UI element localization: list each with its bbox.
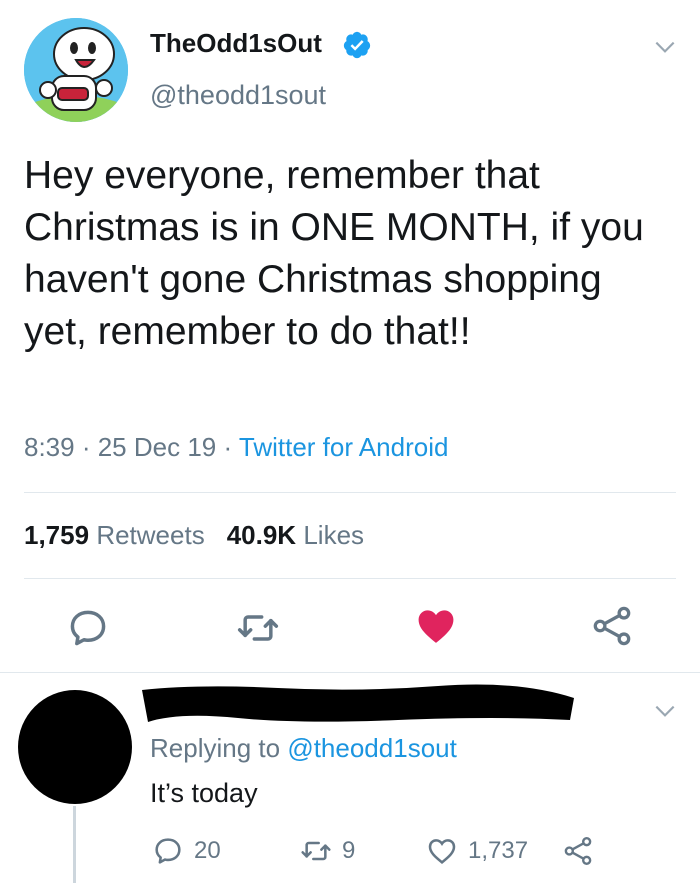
retweets-stat[interactable]: 1,759 Retweets [24, 520, 205, 550]
heart-icon[interactable] [414, 604, 458, 648]
share-icon [564, 837, 592, 865]
tweet-meta: 8:39 · 25 Dec 19 · Twitter for Android [24, 432, 448, 463]
replying-mention[interactable]: @theodd1sout [287, 733, 457, 763]
likes-count: 40.9K [226, 520, 297, 550]
like-count: 1,737 [468, 837, 529, 864]
retweets-label: Retweets [96, 520, 205, 550]
retweet-icon[interactable] [236, 606, 280, 650]
avatar[interactable] [24, 18, 128, 122]
display-name[interactable]: TheOdd1sOut [150, 28, 322, 59]
tweet-source[interactable]: Twitter for Android [239, 432, 449, 462]
chevron-down-icon[interactable] [652, 698, 678, 724]
reply-icon[interactable] [66, 606, 110, 650]
reply-avatar-redacted[interactable] [18, 690, 132, 804]
avatar-illustration [24, 18, 128, 122]
tweet-time[interactable]: 8:39 [24, 432, 75, 462]
tweet-stats: 1,759 Retweets 40.9K Likes [24, 520, 364, 551]
reply-icon [155, 838, 181, 864]
replying-to: Replying to @theodd1sout [150, 733, 457, 764]
user-handle[interactable]: @theodd1sout [150, 80, 326, 111]
heart-outline-icon [428, 839, 456, 864]
likes-label: Likes [303, 520, 365, 550]
meta-separator: · [216, 432, 239, 462]
retweet-icon [301, 841, 331, 861]
reply-share-button[interactable] [562, 834, 594, 868]
divider [24, 578, 676, 579]
chevron-down-icon[interactable] [652, 34, 678, 60]
redaction-scribble [142, 684, 574, 722]
reply-like-button[interactable]: 1,737 [426, 834, 528, 868]
retweets-count: 1,759 [24, 520, 90, 550]
divider [0, 672, 700, 673]
likes-stat[interactable]: 40.9K Likes [227, 520, 364, 550]
tweet-date[interactable]: 25 Dec 19 [98, 432, 217, 462]
retweet-count: 9 [342, 837, 356, 864]
verified-icon [343, 31, 371, 59]
tweet-text: Hey everyone, remember that Christmas is… [24, 154, 644, 353]
divider [24, 492, 676, 493]
reply-text: It’s today [150, 778, 258, 808]
meta-separator: · [74, 432, 98, 462]
reply-reply-button[interactable]: 20 [152, 834, 221, 868]
thread-line [73, 806, 76, 883]
reply-count: 20 [194, 837, 221, 864]
reply-retweet-button[interactable]: 9 [300, 834, 355, 868]
share-icon[interactable] [590, 604, 634, 648]
replying-prefix: Replying to [150, 733, 288, 763]
